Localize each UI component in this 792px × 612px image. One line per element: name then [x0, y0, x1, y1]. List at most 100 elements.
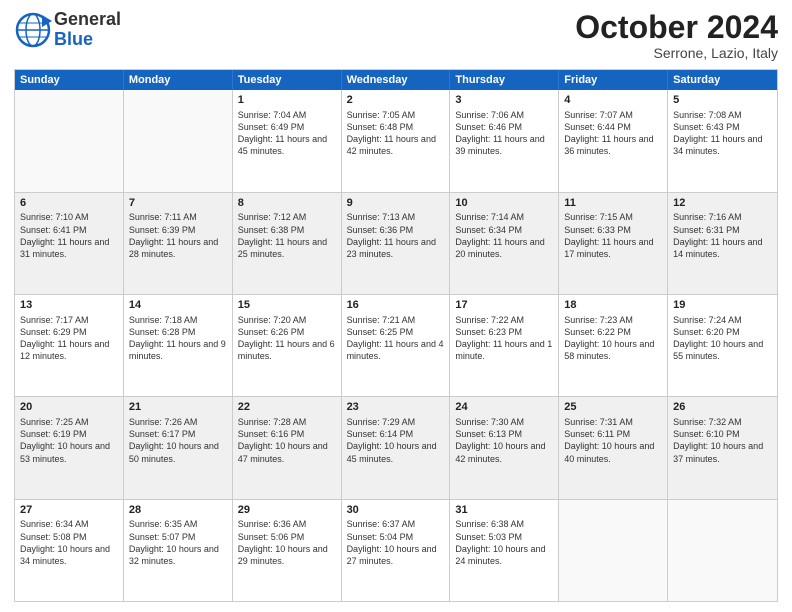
cell-info: Sunrise: 7:28 AM Sunset: 6:16 PM Dayligh…	[238, 416, 336, 465]
calendar-body: 1Sunrise: 7:04 AM Sunset: 6:49 PM Daylig…	[15, 90, 777, 601]
cell-info: Sunrise: 7:21 AM Sunset: 6:25 PM Dayligh…	[347, 314, 445, 363]
calendar-cell-3-7: 19Sunrise: 7:24 AM Sunset: 6:20 PM Dayli…	[668, 295, 777, 396]
cell-info: Sunrise: 7:25 AM Sunset: 6:19 PM Dayligh…	[20, 416, 118, 465]
calendar-cell-4-1: 20Sunrise: 7:25 AM Sunset: 6:19 PM Dayli…	[15, 397, 124, 498]
cell-info: Sunrise: 7:04 AM Sunset: 6:49 PM Dayligh…	[238, 109, 336, 158]
cell-info: Sunrise: 6:38 AM Sunset: 5:03 PM Dayligh…	[455, 518, 553, 567]
cell-info: Sunrise: 6:37 AM Sunset: 5:04 PM Dayligh…	[347, 518, 445, 567]
day-number: 12	[673, 196, 772, 211]
cell-info: Sunrise: 7:07 AM Sunset: 6:44 PM Dayligh…	[564, 109, 662, 158]
header: General Blue October 2024 Serrone, Lazio…	[14, 10, 778, 61]
cell-info: Sunrise: 7:23 AM Sunset: 6:22 PM Dayligh…	[564, 314, 662, 363]
cell-info: Sunrise: 6:35 AM Sunset: 5:07 PM Dayligh…	[129, 518, 227, 567]
weekday-header-monday: Monday	[124, 70, 233, 90]
day-number: 9	[347, 196, 445, 211]
day-number: 31	[455, 503, 553, 518]
weekday-header-thursday: Thursday	[450, 70, 559, 90]
logo-general: General	[54, 10, 121, 30]
calendar-cell-1-6: 4Sunrise: 7:07 AM Sunset: 6:44 PM Daylig…	[559, 90, 668, 191]
day-number: 23	[347, 400, 445, 415]
calendar-cell-1-3: 1Sunrise: 7:04 AM Sunset: 6:49 PM Daylig…	[233, 90, 342, 191]
cell-info: Sunrise: 6:36 AM Sunset: 5:06 PM Dayligh…	[238, 518, 336, 567]
cell-info: Sunrise: 7:11 AM Sunset: 6:39 PM Dayligh…	[129, 211, 227, 260]
day-number: 17	[455, 298, 553, 313]
calendar-cell-3-2: 14Sunrise: 7:18 AM Sunset: 6:28 PM Dayli…	[124, 295, 233, 396]
calendar-cell-5-2: 28Sunrise: 6:35 AM Sunset: 5:07 PM Dayli…	[124, 500, 233, 601]
page: General Blue October 2024 Serrone, Lazio…	[0, 0, 792, 612]
day-number: 10	[455, 196, 553, 211]
calendar-cell-4-2: 21Sunrise: 7:26 AM Sunset: 6:17 PM Dayli…	[124, 397, 233, 498]
cell-info: Sunrise: 7:17 AM Sunset: 6:29 PM Dayligh…	[20, 314, 118, 363]
calendar-row-1: 1Sunrise: 7:04 AM Sunset: 6:49 PM Daylig…	[15, 90, 777, 192]
cell-info: Sunrise: 7:05 AM Sunset: 6:48 PM Dayligh…	[347, 109, 445, 158]
weekday-header-saturday: Saturday	[668, 70, 777, 90]
day-number: 26	[673, 400, 772, 415]
calendar-cell-4-5: 24Sunrise: 7:30 AM Sunset: 6:13 PM Dayli…	[450, 397, 559, 498]
logo-icon	[14, 11, 52, 49]
calendar-cell-4-3: 22Sunrise: 7:28 AM Sunset: 6:16 PM Dayli…	[233, 397, 342, 498]
cell-info: Sunrise: 7:20 AM Sunset: 6:26 PM Dayligh…	[238, 314, 336, 363]
cell-info: Sunrise: 7:24 AM Sunset: 6:20 PM Dayligh…	[673, 314, 772, 363]
day-number: 28	[129, 503, 227, 518]
cell-info: Sunrise: 7:30 AM Sunset: 6:13 PM Dayligh…	[455, 416, 553, 465]
cell-info: Sunrise: 7:18 AM Sunset: 6:28 PM Dayligh…	[129, 314, 227, 363]
location: Serrone, Lazio, Italy	[575, 45, 778, 61]
calendar-cell-1-2	[124, 90, 233, 191]
cell-info: Sunrise: 7:15 AM Sunset: 6:33 PM Dayligh…	[564, 211, 662, 260]
calendar-cell-3-6: 18Sunrise: 7:23 AM Sunset: 6:22 PM Dayli…	[559, 295, 668, 396]
cell-info: Sunrise: 7:31 AM Sunset: 6:11 PM Dayligh…	[564, 416, 662, 465]
calendar-cell-3-5: 17Sunrise: 7:22 AM Sunset: 6:23 PM Dayli…	[450, 295, 559, 396]
calendar-cell-2-4: 9Sunrise: 7:13 AM Sunset: 6:36 PM Daylig…	[342, 193, 451, 294]
calendar-cell-2-7: 12Sunrise: 7:16 AM Sunset: 6:31 PM Dayli…	[668, 193, 777, 294]
calendar-cell-1-5: 3Sunrise: 7:06 AM Sunset: 6:46 PM Daylig…	[450, 90, 559, 191]
calendar-cell-4-6: 25Sunrise: 7:31 AM Sunset: 6:11 PM Dayli…	[559, 397, 668, 498]
calendar-cell-1-1	[15, 90, 124, 191]
day-number: 14	[129, 298, 227, 313]
calendar-cell-5-3: 29Sunrise: 6:36 AM Sunset: 5:06 PM Dayli…	[233, 500, 342, 601]
weekday-header-wednesday: Wednesday	[342, 70, 451, 90]
day-number: 11	[564, 196, 662, 211]
weekday-header-tuesday: Tuesday	[233, 70, 342, 90]
weekday-header-friday: Friday	[559, 70, 668, 90]
day-number: 16	[347, 298, 445, 313]
calendar-cell-1-7: 5Sunrise: 7:08 AM Sunset: 6:43 PM Daylig…	[668, 90, 777, 191]
day-number: 6	[20, 196, 118, 211]
calendar-cell-5-5: 31Sunrise: 6:38 AM Sunset: 5:03 PM Dayli…	[450, 500, 559, 601]
month-title: October 2024	[575, 10, 778, 45]
calendar-cell-5-1: 27Sunrise: 6:34 AM Sunset: 5:08 PM Dayli…	[15, 500, 124, 601]
calendar-cell-4-7: 26Sunrise: 7:32 AM Sunset: 6:10 PM Dayli…	[668, 397, 777, 498]
logo-blue: Blue	[54, 30, 121, 50]
cell-info: Sunrise: 7:22 AM Sunset: 6:23 PM Dayligh…	[455, 314, 553, 363]
logo: General Blue	[14, 10, 121, 50]
day-number: 1	[238, 93, 336, 108]
calendar-cell-2-3: 8Sunrise: 7:12 AM Sunset: 6:38 PM Daylig…	[233, 193, 342, 294]
calendar-cell-2-2: 7Sunrise: 7:11 AM Sunset: 6:39 PM Daylig…	[124, 193, 233, 294]
day-number: 29	[238, 503, 336, 518]
calendar-row-5: 27Sunrise: 6:34 AM Sunset: 5:08 PM Dayli…	[15, 500, 777, 601]
cell-info: Sunrise: 7:06 AM Sunset: 6:46 PM Dayligh…	[455, 109, 553, 158]
cell-info: Sunrise: 7:26 AM Sunset: 6:17 PM Dayligh…	[129, 416, 227, 465]
cell-info: Sunrise: 7:08 AM Sunset: 6:43 PM Dayligh…	[673, 109, 772, 158]
calendar-cell-5-6	[559, 500, 668, 601]
cell-info: Sunrise: 6:34 AM Sunset: 5:08 PM Dayligh…	[20, 518, 118, 567]
calendar-cell-5-4: 30Sunrise: 6:37 AM Sunset: 5:04 PM Dayli…	[342, 500, 451, 601]
day-number: 25	[564, 400, 662, 415]
day-number: 3	[455, 93, 553, 108]
day-number: 13	[20, 298, 118, 313]
cell-info: Sunrise: 7:16 AM Sunset: 6:31 PM Dayligh…	[673, 211, 772, 260]
day-number: 4	[564, 93, 662, 108]
calendar-cell-1-4: 2Sunrise: 7:05 AM Sunset: 6:48 PM Daylig…	[342, 90, 451, 191]
day-number: 5	[673, 93, 772, 108]
calendar-cell-3-1: 13Sunrise: 7:17 AM Sunset: 6:29 PM Dayli…	[15, 295, 124, 396]
cell-info: Sunrise: 7:13 AM Sunset: 6:36 PM Dayligh…	[347, 211, 445, 260]
day-number: 18	[564, 298, 662, 313]
day-number: 19	[673, 298, 772, 313]
calendar-cell-5-7	[668, 500, 777, 601]
day-number: 8	[238, 196, 336, 211]
day-number: 2	[347, 93, 445, 108]
calendar-cell-4-4: 23Sunrise: 7:29 AM Sunset: 6:14 PM Dayli…	[342, 397, 451, 498]
day-number: 21	[129, 400, 227, 415]
calendar-cell-2-5: 10Sunrise: 7:14 AM Sunset: 6:34 PM Dayli…	[450, 193, 559, 294]
cell-info: Sunrise: 7:32 AM Sunset: 6:10 PM Dayligh…	[673, 416, 772, 465]
weekday-header-sunday: Sunday	[15, 70, 124, 90]
